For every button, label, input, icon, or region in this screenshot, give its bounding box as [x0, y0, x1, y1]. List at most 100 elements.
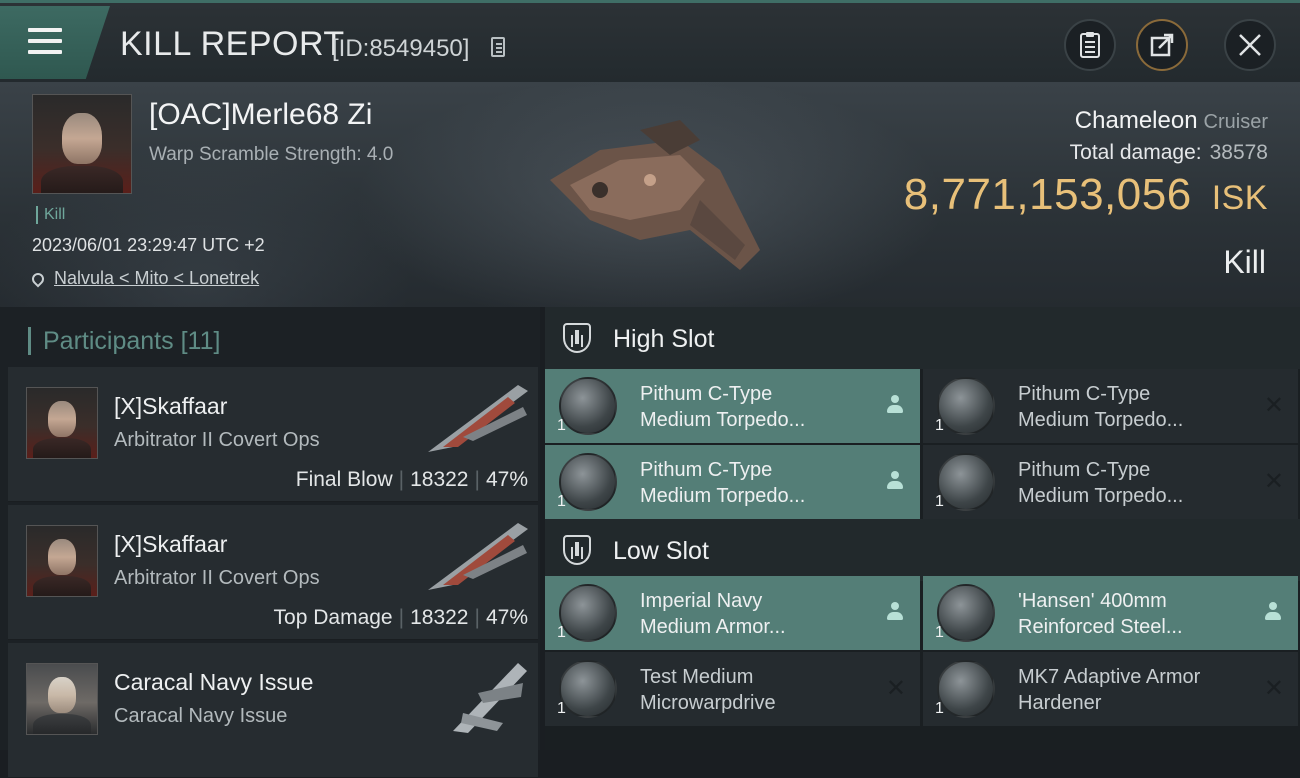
- module-quantity: 1: [557, 417, 566, 434]
- module-slot[interactable]: 1 Test Medium Microwarpdrive ✕: [545, 652, 920, 726]
- module-quantity: 1: [557, 624, 566, 641]
- close-button[interactable]: [1224, 19, 1276, 71]
- x-icon: ✕: [1263, 675, 1284, 702]
- torpedo-launcher-icon: [559, 377, 617, 435]
- menu-button[interactable]: [0, 6, 110, 79]
- victim-ship-image: [550, 120, 760, 270]
- location-link[interactable]: Nalvula < Mito < Lonetrek: [54, 268, 259, 288]
- participant-percent: 47%: [485, 468, 528, 491]
- participant-avatar[interactable]: [26, 663, 98, 735]
- x-icon: ✕: [1263, 468, 1284, 495]
- low-slot-label: Low Slot: [613, 537, 709, 565]
- participant-ship: Arbitrator II Covert Ops: [114, 429, 320, 451]
- close-icon: [1239, 34, 1261, 56]
- share-icon: [1150, 33, 1174, 57]
- victim-name[interactable]: [OAC]Merle68 Zi: [149, 98, 372, 132]
- isk-unit: ISK: [1211, 179, 1268, 217]
- kill-tag: Kill: [36, 206, 65, 224]
- participant-card[interactable]: Caracal Navy Issue Caracal Navy Issue: [8, 643, 538, 778]
- fitting-panel: High Slot 1 Pithum C-Type Medium Torpedo.…: [545, 307, 1300, 750]
- total-damage-value: 38578: [1209, 141, 1268, 164]
- high-slot-header: High Slot: [545, 307, 1300, 369]
- armor-plate-icon: [937, 584, 995, 642]
- module-quantity: 1: [935, 493, 944, 510]
- module-slot[interactable]: 1 'Hansen' 400mm Reinforced Steel...: [923, 576, 1298, 650]
- module-name: Pithum C-Type Medium Torpedo...: [640, 459, 806, 507]
- module-name: 'Hansen' 400mm Reinforced Steel...: [1018, 590, 1183, 638]
- participant-card[interactable]: [X]Skaffaar Arbitrator II Covert Ops Top…: [8, 505, 538, 640]
- participants-count: [11]: [180, 327, 221, 355]
- warp-scramble-strength: Warp Scramble Strength: 4.0: [149, 144, 394, 165]
- page-title: KILL REPORT: [120, 25, 345, 63]
- microwarpdrive-icon: [559, 660, 617, 718]
- participant-ship-image: [428, 523, 528, 590]
- participants-panel: Participants [11] [X]Skaffaar Arbitrator…: [0, 307, 540, 778]
- hamburger-icon: [28, 28, 62, 32]
- ship-name[interactable]: Chameleon Cruiser: [1075, 107, 1268, 135]
- participant-name: [X]Skaffaar: [114, 393, 228, 419]
- location-pin-icon: [29, 270, 47, 288]
- victim-avatar[interactable]: [32, 94, 132, 194]
- kill-timestamp: 2023/06/01 23:29:47 UTC +2: [32, 235, 265, 255]
- participant-role: Top Damage: [273, 606, 393, 629]
- share-button[interactable]: [1136, 19, 1188, 71]
- participants-header: Participants [11]: [28, 327, 220, 355]
- participant-stats: Top Damage | 18322 | 47%: [273, 606, 528, 629]
- clipboard-button[interactable]: [1064, 19, 1116, 71]
- participant-ship-image: [453, 663, 527, 733]
- high-slot-label: High Slot: [613, 325, 715, 353]
- participant-ship: Arbitrator II Covert Ops: [114, 567, 320, 589]
- module-name: Pithum C-Type Medium Torpedo...: [1018, 383, 1184, 431]
- participant-avatar[interactable]: [26, 525, 98, 597]
- shield-slot-icon: [563, 535, 591, 565]
- participant-percent: 47%: [485, 606, 528, 629]
- isk-value: 8,771,153,056 ISK: [903, 170, 1268, 219]
- module-quantity: 1: [557, 493, 566, 510]
- shield-slot-icon: [563, 323, 591, 353]
- torpedo-launcher-icon: [559, 453, 617, 511]
- module-name: Test Medium Microwarpdrive: [640, 666, 776, 714]
- copy-icon[interactable]: [491, 37, 505, 57]
- x-icon: ✕: [1263, 392, 1284, 419]
- module-slot[interactable]: 1 Pithum C-Type Medium Torpedo...: [545, 369, 920, 443]
- participant-card[interactable]: [X]Skaffaar Arbitrator II Covert Ops Fin…: [8, 367, 538, 502]
- participant-damage: 18322: [410, 606, 469, 629]
- participant-ship: Caracal Navy Issue: [114, 705, 288, 727]
- torpedo-launcher-icon: [937, 377, 995, 435]
- torpedo-launcher-icon: [937, 453, 995, 511]
- module-quantity: 1: [935, 700, 944, 717]
- participant-ship-image: [428, 385, 528, 452]
- participant-role: Final Blow: [295, 468, 393, 491]
- module-quantity: 1: [935, 417, 944, 434]
- module-name: MK7 Adaptive Armor Hardener: [1018, 666, 1201, 714]
- module-slot[interactable]: 1 Pithum C-Type Medium Torpedo...: [545, 445, 920, 519]
- result-label: Kill: [1223, 244, 1266, 280]
- person-icon: [886, 471, 904, 491]
- participant-name: [X]Skaffaar: [114, 531, 228, 557]
- participant-damage: 18322: [410, 468, 469, 491]
- total-damage: Total damage: 38578: [1069, 141, 1268, 164]
- x-icon: ✕: [885, 675, 906, 702]
- clipboard-icon: [1080, 32, 1100, 58]
- module-quantity: 1: [935, 624, 944, 641]
- module-name: Pithum C-Type Medium Torpedo...: [1018, 459, 1184, 507]
- low-slot-header: Low Slot: [545, 519, 1300, 581]
- person-icon: [1264, 602, 1282, 622]
- person-icon: [886, 602, 904, 622]
- top-bar: KILL REPORT [ID:8549450]: [0, 0, 1300, 82]
- module-quantity: 1: [557, 700, 566, 717]
- participant-stats: Final Blow | 18322 | 47%: [295, 468, 528, 491]
- kill-location[interactable]: Nalvula < Mito < Lonetrek: [29, 268, 259, 289]
- person-icon: [886, 395, 904, 415]
- module-slot[interactable]: 1 Pithum C-Type Medium Torpedo... ✕: [923, 445, 1298, 519]
- module-name: Imperial Navy Medium Armor...: [640, 590, 786, 638]
- module-slot[interactable]: 1 Imperial Navy Medium Armor...: [545, 576, 920, 650]
- module-slot[interactable]: 1 Pithum C-Type Medium Torpedo... ✕: [923, 369, 1298, 443]
- armor-hardener-icon: [937, 660, 995, 718]
- module-slot[interactable]: 1 MK7 Adaptive Armor Hardener ✕: [923, 652, 1298, 726]
- module-name: Pithum C-Type Medium Torpedo...: [640, 383, 806, 431]
- report-id: [ID:8549450]: [332, 35, 470, 62]
- ship-class: Cruiser: [1203, 111, 1268, 133]
- participant-avatar[interactable]: [26, 387, 98, 459]
- armor-module-icon: [559, 584, 617, 642]
